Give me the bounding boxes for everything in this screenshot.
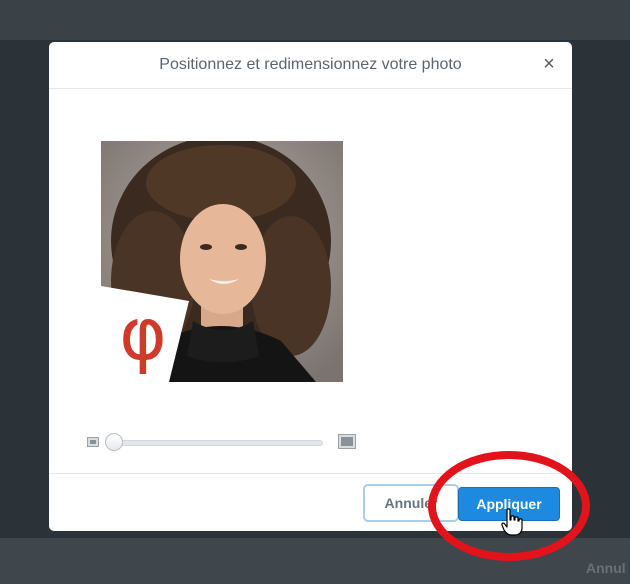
dialog-footer: Annuler Appliquer bbox=[49, 473, 572, 531]
close-icon[interactable]: × bbox=[537, 52, 561, 76]
profile-photo-preview[interactable]: φ bbox=[101, 141, 343, 382]
background-bottom-bar bbox=[0, 538, 630, 584]
zoom-slider-track[interactable] bbox=[111, 440, 323, 446]
photo-crop-dialog: Positionnez et redimensionnez votre phot… bbox=[49, 42, 572, 531]
cancel-button[interactable]: Annuler bbox=[363, 484, 459, 522]
dialog-title: Positionnez et redimensionnez votre phot… bbox=[159, 56, 462, 73]
photo-badge-glyph: φ bbox=[119, 292, 167, 376]
background-top-bar bbox=[0, 0, 630, 40]
zoom-slider[interactable] bbox=[87, 432, 357, 454]
zoom-slider-handle[interactable] bbox=[105, 433, 123, 451]
profile-photo-image: φ bbox=[101, 141, 343, 382]
background-cancel-button: Annul bbox=[586, 560, 626, 576]
image-large-icon bbox=[338, 434, 356, 449]
dialog-header: Positionnez et redimensionnez votre phot… bbox=[49, 42, 572, 89]
apply-button[interactable]: Appliquer bbox=[458, 487, 560, 521]
image-small-icon bbox=[87, 437, 99, 447]
